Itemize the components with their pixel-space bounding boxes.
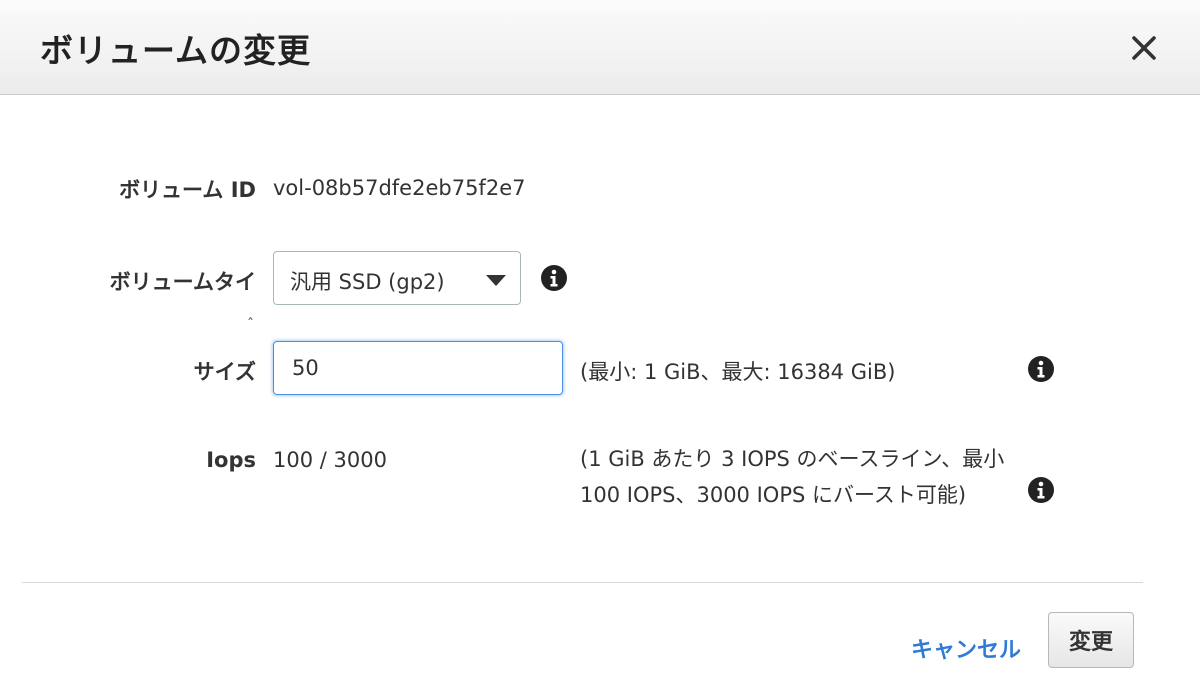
volume-type-label: ボリュームタイ: [109, 270, 256, 294]
close-icon: [1132, 36, 1156, 60]
volume-type-info-icon[interactable]: [540, 264, 568, 292]
volume-id-value: vol-08b57dfe2eb75f2e7: [273, 176, 526, 200]
dropdown-arrow-icon: [486, 275, 506, 286]
dialog-title: ボリュームの変更: [40, 31, 312, 70]
volume-type-label-overflow: ˆ: [247, 317, 254, 333]
volume-type-select[interactable]: 汎用 SSD (gp2): [273, 251, 521, 305]
cancel-link[interactable]: キャンセル: [911, 632, 1021, 664]
iops-info-icon[interactable]: [1027, 476, 1055, 504]
iops-hint: (1 GiB あたり 3 IOPS のベースライン、最小 100 IOPS、30…: [580, 447, 1005, 507]
size-info-icon[interactable]: [1027, 355, 1055, 383]
size-label: サイズ: [193, 360, 256, 384]
modify-button[interactable]: 変更: [1048, 612, 1134, 668]
size-hint: (最小: 1 GiB、最大: 16384 GiB): [580, 360, 896, 384]
volume-id-label: ボリューム ID: [119, 178, 256, 202]
iops-value: 100 / 3000: [273, 448, 387, 472]
modify-volume-dialog: ボリュームの変更 ボリューム ID vol-08b57dfe2eb75f2e7 …: [0, 0, 1200, 698]
iops-label: Iops: [206, 448, 256, 472]
dialog-header: ボリュームの変更: [0, 0, 1200, 95]
close-button[interactable]: [1125, 29, 1163, 67]
footer-divider: [22, 582, 1143, 583]
size-input[interactable]: [273, 341, 563, 395]
volume-type-selected: 汎用 SSD (gp2): [290, 270, 445, 294]
